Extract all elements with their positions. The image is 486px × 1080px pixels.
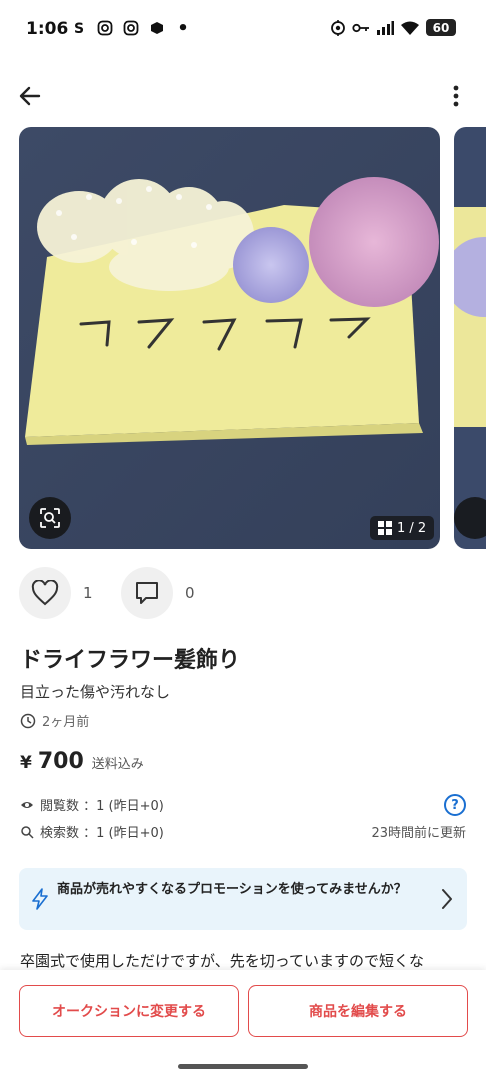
help-button[interactable]: ? bbox=[444, 794, 466, 816]
promotion-banner[interactable]: 商品が売れやすくなるプロモーションを使ってみませんか？ bbox=[19, 868, 467, 930]
next-photo-preview[interactable] bbox=[454, 127, 486, 549]
search-icon bbox=[21, 825, 34, 839]
price-row: ¥ 700 送料込み bbox=[20, 749, 144, 774]
clock-icon bbox=[20, 713, 36, 728]
like-button[interactable] bbox=[19, 567, 71, 619]
heart-icon bbox=[31, 580, 59, 606]
lightning-icon bbox=[32, 888, 48, 910]
page-indicator-text: 1 / 2 bbox=[397, 520, 427, 536]
search-count-row: 検索数 ：1 (昨日+0) bbox=[20, 822, 164, 841]
s-app-icon: S bbox=[73, 21, 85, 37]
system-icons: 60 bbox=[330, 19, 456, 36]
photo-page-indicator: 1 / 2 bbox=[370, 516, 435, 540]
currency-symbol: ¥ bbox=[20, 753, 32, 773]
shipping-note: 送料込み bbox=[91, 757, 144, 772]
app-icon bbox=[148, 20, 166, 38]
comment-icon bbox=[136, 582, 158, 604]
price-value: 700 bbox=[37, 749, 84, 774]
photo-gallery[interactable]: 1 / 2 bbox=[19, 127, 486, 549]
view-count-text: 閲覧数 ：1 (昨日+0) bbox=[40, 799, 164, 814]
like-count: 1 bbox=[83, 584, 93, 602]
status-bar: 1:06 S • 60 bbox=[0, 0, 486, 60]
instagram-icon bbox=[96, 20, 114, 38]
bottom-action-bar: オークションに変更する 商品を編集する bbox=[0, 970, 486, 1080]
product-photo[interactable] bbox=[19, 127, 440, 549]
status-time: 1:06 bbox=[26, 19, 69, 39]
dot-icon: • bbox=[177, 18, 189, 39]
back-button[interactable] bbox=[14, 80, 46, 112]
comment-count: 0 bbox=[185, 584, 195, 602]
home-indicator[interactable] bbox=[178, 1064, 308, 1069]
wifi-icon bbox=[401, 21, 419, 35]
change-to-auction-button[interactable]: オークションに変更する bbox=[19, 985, 239, 1037]
grid-icon bbox=[378, 521, 392, 535]
more-options-button[interactable] bbox=[444, 80, 468, 112]
signal-icon bbox=[377, 20, 394, 35]
top-app-bar bbox=[0, 72, 486, 120]
posted-time-text: 2ヶ月前 bbox=[42, 715, 90, 730]
comment-button[interactable] bbox=[121, 567, 173, 619]
eye-icon bbox=[21, 801, 33, 808]
back-arrow-icon bbox=[19, 86, 41, 106]
lens-search-icon bbox=[40, 508, 60, 528]
edit-item-button[interactable]: 商品を編集する bbox=[248, 985, 468, 1037]
location-icon bbox=[331, 19, 345, 36]
item-condition: 目立った傷や汚れなし bbox=[20, 683, 171, 701]
search-count-text: 検索数 ：1 (昨日+0) bbox=[40, 826, 164, 841]
instagram-icon bbox=[122, 20, 140, 38]
key-icon bbox=[352, 23, 369, 32]
image-search-button[interactable] bbox=[29, 497, 71, 539]
view-count-row: 閲覧数 ：1 (昨日+0) bbox=[20, 795, 164, 814]
battery-icon: 60 bbox=[426, 19, 456, 36]
social-actions: 1 0 bbox=[19, 567, 211, 619]
notification-icons: S • bbox=[70, 20, 192, 38]
chevron-right-icon bbox=[442, 889, 452, 909]
item-description: 卒園式で使用しただけですが、先を切っていますので短くな bbox=[20, 952, 424, 970]
updated-time: 23時間前に更新 bbox=[371, 826, 466, 841]
promotion-text: 商品が売れやすくなるプロモーションを使ってみませんか？ bbox=[57, 882, 407, 897]
item-title: ドライフラワー髪飾り bbox=[20, 648, 241, 673]
more-vertical-icon bbox=[453, 85, 459, 107]
posted-time: 2ヶ月前 bbox=[20, 711, 89, 730]
